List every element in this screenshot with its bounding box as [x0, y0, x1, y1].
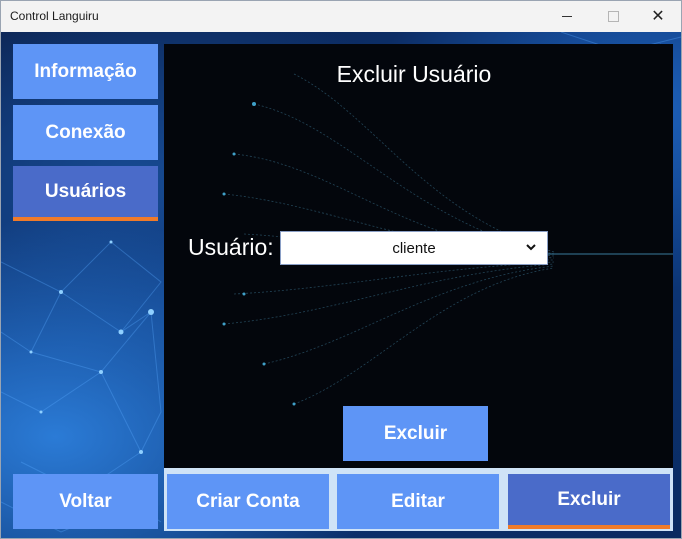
delete-user-button[interactable]: Excluir: [343, 406, 488, 461]
back-button[interactable]: Voltar: [13, 474, 158, 529]
maximize-button[interactable]: [590, 1, 636, 32]
app-window: Control Languiru ✕ Informação Conexão Us…: [0, 0, 682, 539]
user-label: Usuário:: [188, 234, 274, 260]
minimize-icon: [562, 16, 572, 17]
sidebar-item-informacao[interactable]: Informação: [13, 44, 158, 99]
close-icon: ✕: [651, 7, 665, 25]
sidebar-item-conexao[interactable]: Conexão: [13, 105, 158, 160]
user-select[interactable]: cliente: [280, 231, 548, 265]
title-bar: Control Languiru ✕: [1, 1, 681, 32]
minimize-button[interactable]: [544, 1, 590, 32]
sidebar-item-usuarios[interactable]: Usuários: [13, 166, 158, 221]
chevron-down-icon: [525, 241, 537, 256]
user-select-value: cliente: [392, 239, 436, 257]
window-title: Control Languiru: [10, 9, 99, 23]
page-title: Excluir Usuário: [336, 61, 492, 87]
tab-criar-conta[interactable]: Criar Conta: [167, 474, 329, 529]
close-button[interactable]: ✕: [635, 1, 681, 32]
main-panel: Excluir Usuário Usuário: cliente Excluir: [164, 44, 673, 468]
maximize-icon: [607, 11, 619, 22]
tab-excluir[interactable]: Excluir: [508, 474, 670, 529]
client-area: Informação Conexão Usuários Excluir Usuá…: [1, 32, 681, 538]
tab-editar[interactable]: Editar: [337, 474, 499, 529]
bottom-tab-bar: Criar Conta Editar Excluir: [164, 468, 673, 531]
